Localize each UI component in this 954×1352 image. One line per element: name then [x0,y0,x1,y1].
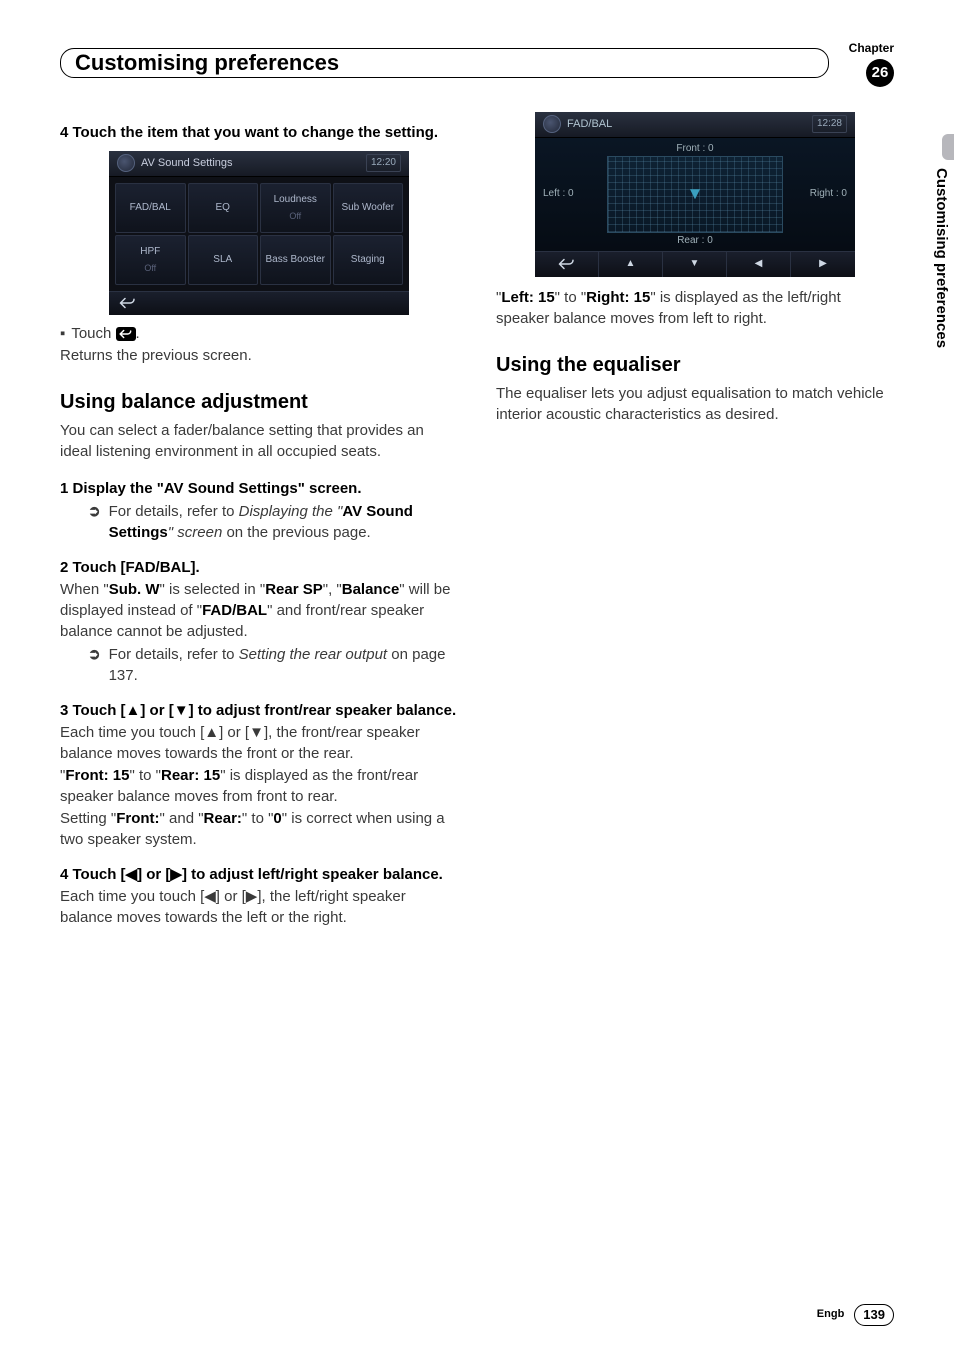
right-triangle-icon: ▶ [819,257,827,271]
eq-button[interactable]: EQ [188,183,259,233]
front-label: Front : 0 [676,142,713,156]
ss2-title: FAD/BAL [567,117,612,132]
reference-2: For details, refer to Setting the rear o… [109,644,458,686]
right-column: FAD/BAL 12:28 Front : 0 Rear : 0 Left : … [496,112,894,1322]
ss1-header: AV Sound Settings 12:20 [109,151,409,177]
equaliser-body: The equaliser lets you adjust equalisati… [496,383,894,425]
step-3-title: 3 Touch [▲] or [▼] to adjust front/rear … [60,700,458,721]
step-1-title: 1 Display the "AV Sound Settings" screen… [60,478,458,499]
balance-grid[interactable] [607,156,783,233]
ss2-header: FAD/BAL 12:28 [535,112,855,138]
step-3-body-2: "Front: 15" to "Rear: 15" is displayed a… [60,765,458,807]
bass-booster-button[interactable]: Bass Booster [260,235,331,285]
using-balance-heading: Using balance adjustment [60,388,458,416]
sublabel: Off [289,210,301,223]
left-label: Left : 0 [543,187,574,201]
language-code: Engb [817,1307,845,1322]
balance-body: You can select a fader/balance setting t… [60,420,458,462]
rear-label: Rear : 0 [677,234,713,248]
label: Sub Woofer [341,201,394,215]
label: FAD/BAL [130,201,171,215]
page-footer: Engb 139 [60,1304,894,1326]
label: SLA [213,253,232,267]
fad-bal-button[interactable]: FAD/BAL [115,183,186,233]
left-right-body: "Left: 15" to "Right: 15" is displayed a… [496,287,894,329]
label: Bass Booster [266,253,325,267]
label: HPF [140,245,160,259]
hpf-button[interactable]: HPF Off [115,235,186,285]
bullet-icon: ▪ [60,323,65,344]
right-button[interactable]: ▶ [791,252,855,277]
right-label: Right : 0 [810,187,847,201]
section-title: Customising preferences [75,48,339,79]
gear-icon [117,154,135,172]
back-icon [116,327,136,341]
step-2-body: When "Sub. W" is selected in "Rear SP", … [60,579,458,642]
side-tab-cap [942,134,954,160]
label: Staging [351,253,385,267]
chapter-block: Chapter 26 [849,40,894,87]
step-4b-body: Each time you touch [◀] or [▶], the left… [60,886,458,928]
sublabel: Off [144,262,156,275]
reference-icon: ➲ [88,644,101,686]
ss1-title: AV Sound Settings [141,156,233,171]
page-number: 139 [854,1304,894,1326]
reference-1: For details, refer to Displaying the "AV… [109,501,458,543]
back-icon[interactable] [119,296,137,310]
av-sound-settings-screenshot: AV Sound Settings 12:20 FAD/BAL EQ Loudn… [109,151,409,313]
step-4b-title: 4 Touch [◀] or [▶] to adjust left/right … [60,864,458,885]
chapter-number-badge: 26 [866,59,894,87]
label: EQ [216,201,230,215]
ss1-time: 12:20 [366,154,401,172]
returns-text: Returns the previous screen. [60,345,458,366]
subwoofer-button[interactable]: Sub Woofer [333,183,404,233]
staging-button[interactable]: Staging [333,235,404,285]
using-equaliser-heading: Using the equaliser [496,351,894,379]
chapter-label: Chapter [849,40,894,57]
left-column: 4 Touch the item that you want to change… [60,112,458,1322]
page-header: Customising preferences Chapter 26 [60,40,894,87]
step-2-title: 2 Touch [FAD/BAL]. [60,557,458,578]
touch-back-text: Touch . [71,323,139,344]
down-triangle-icon: ▼ [690,257,700,271]
up-button[interactable]: ▲ [599,252,663,277]
back-button[interactable] [535,252,599,277]
left-button[interactable]: ◀ [727,252,791,277]
reference-icon: ➲ [88,501,101,543]
step-4-title: 4 Touch the item that you want to change… [60,122,458,143]
step-3-body-3: Setting "Front:" and "Rear:" to "0" is c… [60,808,458,850]
step-3-body-1: Each time you touch [▲] or [▼], the fron… [60,722,458,764]
balance-marker-icon [690,189,700,199]
label: Loudness [274,193,317,207]
up-triangle-icon: ▲ [626,257,636,271]
fad-bal-screenshot: FAD/BAL 12:28 Front : 0 Rear : 0 Left : … [535,112,855,277]
section-title-container: Customising preferences [60,48,829,78]
down-button[interactable]: ▼ [663,252,727,277]
side-tab-label: Customising preferences [929,164,954,352]
gear-icon [543,115,561,133]
left-triangle-icon: ◀ [755,257,763,271]
loudness-button[interactable]: Loudness Off [260,183,331,233]
sla-button[interactable]: SLA [188,235,259,285]
ss2-time: 12:28 [812,115,847,133]
